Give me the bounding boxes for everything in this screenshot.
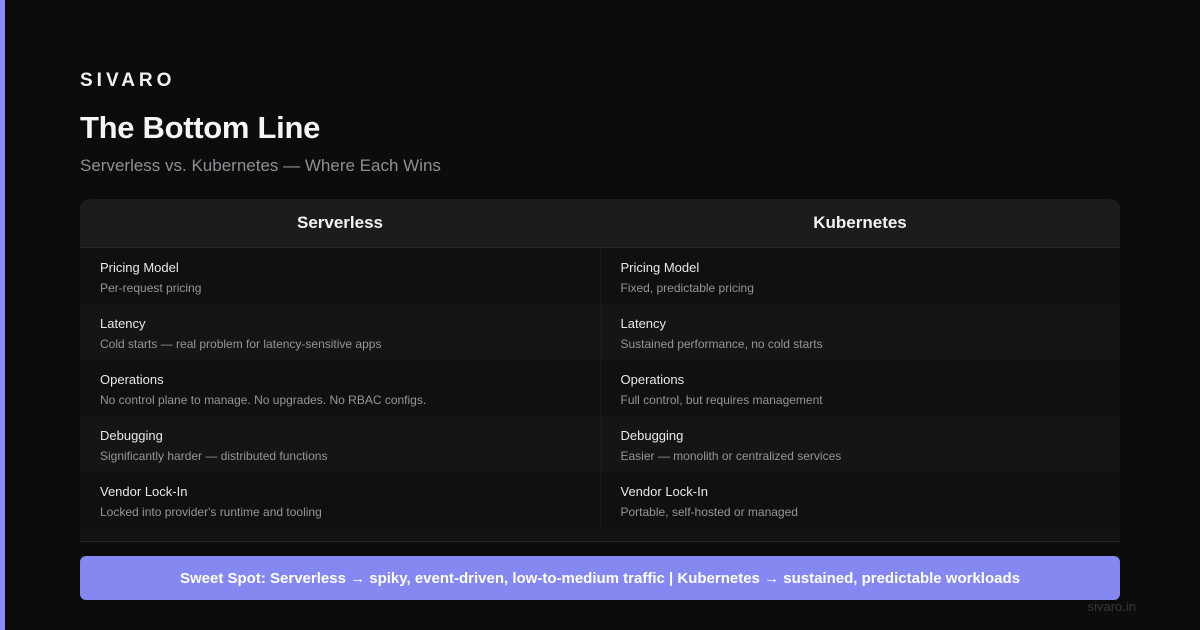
kubernetes-cell: Operations Full control, but requires ma… xyxy=(599,360,1121,416)
cell-value: Easier — monolith or centralized service… xyxy=(620,449,842,463)
page-subtitle: Serverless vs. Kubernetes — Where Each W… xyxy=(80,156,441,175)
kubernetes-cell: Vendor Lock-In Portable, self-hosted or … xyxy=(599,472,1121,528)
serverless-cell: Vendor Lock-In Locked into provider's ru… xyxy=(80,472,600,528)
serverless-cell: Operations No control plane to manage. N… xyxy=(80,360,600,416)
cell-label: Latency xyxy=(100,316,146,331)
cell-value: Sustained performance, no cold starts xyxy=(620,337,823,351)
cell-label: Latency xyxy=(620,316,667,331)
column-header-kubernetes: Kubernetes xyxy=(813,213,907,232)
cell-value: Per-request pricing xyxy=(100,281,202,295)
cell-value: Significantly harder — distributed funct… xyxy=(100,449,328,463)
cell-label: Pricing Model xyxy=(620,260,700,275)
accent-bar xyxy=(0,0,5,630)
table-row: Latency Cold starts — real problem for l… xyxy=(80,304,1120,360)
table-row: Operations No control plane to manage. N… xyxy=(80,360,1120,416)
kubernetes-cell: Debugging Easier — monolith or centraliz… xyxy=(599,416,1121,472)
cell-label: Debugging xyxy=(620,428,684,443)
cell-value: Portable, self-hosted or managed xyxy=(620,505,798,519)
table-row: Vendor Lock-In Locked into provider's ru… xyxy=(80,472,1120,528)
page-title: The Bottom Line xyxy=(80,110,321,145)
serverless-cell: Pricing Model Per-request pricing xyxy=(80,248,600,304)
cell-value: Cold starts — real problem for latency-s… xyxy=(100,337,382,351)
table-row: Pricing Model Per-request pricing Pricin… xyxy=(80,248,1120,304)
cell-label: Vendor Lock-In xyxy=(100,484,188,499)
serverless-cell: Latency Cold starts — real problem for l… xyxy=(80,304,600,360)
cell-label: Operations xyxy=(100,372,164,387)
cell-value: Fixed, predictable pricing xyxy=(620,281,754,295)
column-header-serverless: Serverless xyxy=(296,213,384,232)
brand-logo: SIVARO xyxy=(80,70,176,91)
kubernetes-cell: Latency Sustained performance, no cold s… xyxy=(599,304,1121,360)
kubernetes-cell: Pricing Model Fixed, predictable pricing xyxy=(599,248,1121,304)
cell-label: Pricing Model xyxy=(100,260,179,275)
cell-label: Debugging xyxy=(100,428,163,443)
cell-label: Operations xyxy=(620,372,685,387)
cell-value: No control plane to manage. No upgrades.… xyxy=(100,393,427,407)
comparison-table: Serverless Kubernetes Pricing Model Per-… xyxy=(80,199,1120,542)
serverless-cell: Debugging Significantly harder — distrib… xyxy=(80,416,600,472)
cell-value: Full control, but requires management xyxy=(620,393,823,407)
cell-value: Locked into provider's runtime and tooli… xyxy=(100,505,322,519)
table-row: Debugging Significantly harder — distrib… xyxy=(80,416,1120,472)
footer-url: sivaro.in xyxy=(1087,599,1136,614)
table-header: Serverless Kubernetes xyxy=(80,199,1120,248)
cell-label: Vendor Lock-In xyxy=(620,484,708,499)
sweet-spot-callout: Sweet Spot: Serverless → spiky, event-dr… xyxy=(80,556,1120,600)
